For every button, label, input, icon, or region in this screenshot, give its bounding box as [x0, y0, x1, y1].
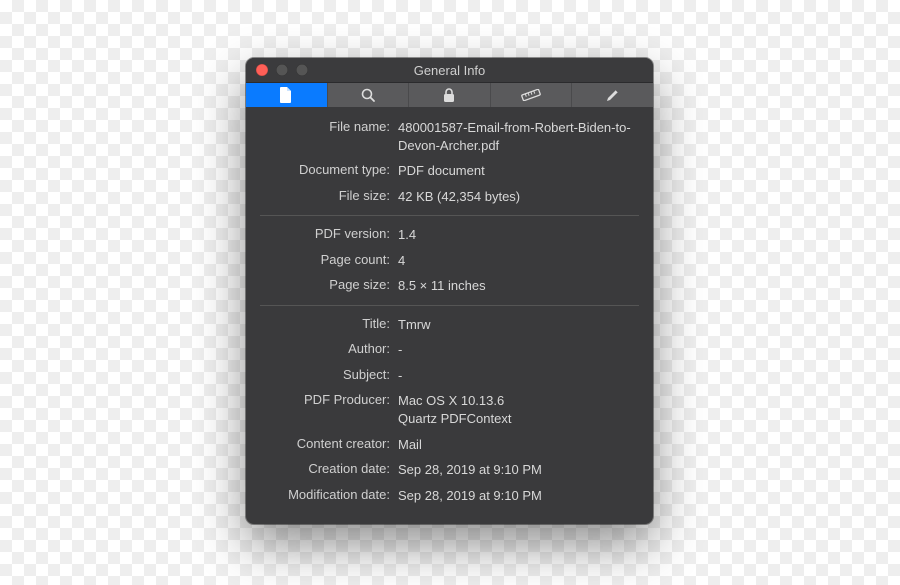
- value-pdf-producer: Mac OS X 10.13.6Quartz PDFContext: [398, 392, 639, 427]
- label-document-type: Document type:: [260, 162, 398, 177]
- value-creation-date: Sep 28, 2019 at 9:10 PM: [398, 461, 639, 479]
- label-file-name: File name:: [260, 119, 398, 134]
- separator: [260, 305, 639, 306]
- tab-ruler[interactable]: [491, 83, 573, 107]
- toolbar: [246, 83, 653, 107]
- label-title: Title:: [260, 316, 398, 331]
- label-content-creator: Content creator:: [260, 436, 398, 451]
- lock-icon: [442, 87, 456, 103]
- row-author: Author: -: [260, 337, 639, 363]
- row-document-type: Document type: PDF document: [260, 158, 639, 184]
- value-file-name: 480001587-Email-from-Robert-Biden-to-Dev…: [398, 119, 639, 154]
- pencil-icon: [605, 87, 621, 103]
- row-creation-date: Creation date: Sep 28, 2019 at 9:10 PM: [260, 457, 639, 483]
- label-creation-date: Creation date:: [260, 461, 398, 476]
- row-modification-date: Modification date: Sep 28, 2019 at 9:10 …: [260, 483, 639, 509]
- label-modification-date: Modification date:: [260, 487, 398, 502]
- value-subject: -: [398, 367, 639, 385]
- value-content-creator: Mail: [398, 436, 639, 454]
- row-file-name: File name: 480001587-Email-from-Robert-B…: [260, 115, 639, 158]
- label-author: Author:: [260, 341, 398, 356]
- label-page-count: Page count:: [260, 252, 398, 267]
- search-icon: [360, 87, 376, 103]
- value-page-size: 8.5 × 11 inches: [398, 277, 639, 295]
- tab-search[interactable]: [328, 83, 410, 107]
- info-window: General Info: [246, 58, 653, 524]
- ruler-icon: [521, 89, 541, 101]
- value-page-count: 4: [398, 252, 639, 270]
- tab-lock[interactable]: [409, 83, 491, 107]
- value-modification-date: Sep 28, 2019 at 9:10 PM: [398, 487, 639, 505]
- value-file-size: 42 KB (42,354 bytes): [398, 188, 639, 206]
- minimize-button[interactable]: [276, 64, 288, 76]
- row-pdf-producer: PDF Producer: Mac OS X 10.13.6Quartz PDF…: [260, 388, 639, 431]
- label-subject: Subject:: [260, 367, 398, 382]
- row-page-count: Page count: 4: [260, 248, 639, 274]
- tab-file[interactable]: [246, 83, 328, 107]
- titlebar: General Info: [246, 58, 653, 83]
- separator: [260, 215, 639, 216]
- value-document-type: PDF document: [398, 162, 639, 180]
- row-pdf-version: PDF version: 1.4: [260, 222, 639, 248]
- value-author: -: [398, 341, 639, 359]
- row-title: Title: Tmrw: [260, 312, 639, 338]
- label-page-size: Page size:: [260, 277, 398, 292]
- row-page-size: Page size: 8.5 × 11 inches: [260, 273, 639, 299]
- label-file-size: File size:: [260, 188, 398, 203]
- close-button[interactable]: [256, 64, 268, 76]
- label-pdf-producer: PDF Producer:: [260, 392, 398, 407]
- row-file-size: File size: 42 KB (42,354 bytes): [260, 184, 639, 210]
- tab-edit[interactable]: [572, 83, 653, 107]
- row-content-creator: Content creator: Mail: [260, 432, 639, 458]
- label-pdf-version: PDF version:: [260, 226, 398, 241]
- traffic-lights: [246, 64, 308, 76]
- row-subject: Subject: -: [260, 363, 639, 389]
- info-body: File name: 480001587-Email-from-Robert-B…: [246, 107, 653, 524]
- value-pdf-version: 1.4: [398, 226, 639, 244]
- file-icon: [279, 87, 293, 103]
- zoom-button[interactable]: [296, 64, 308, 76]
- value-title: Tmrw: [398, 316, 639, 334]
